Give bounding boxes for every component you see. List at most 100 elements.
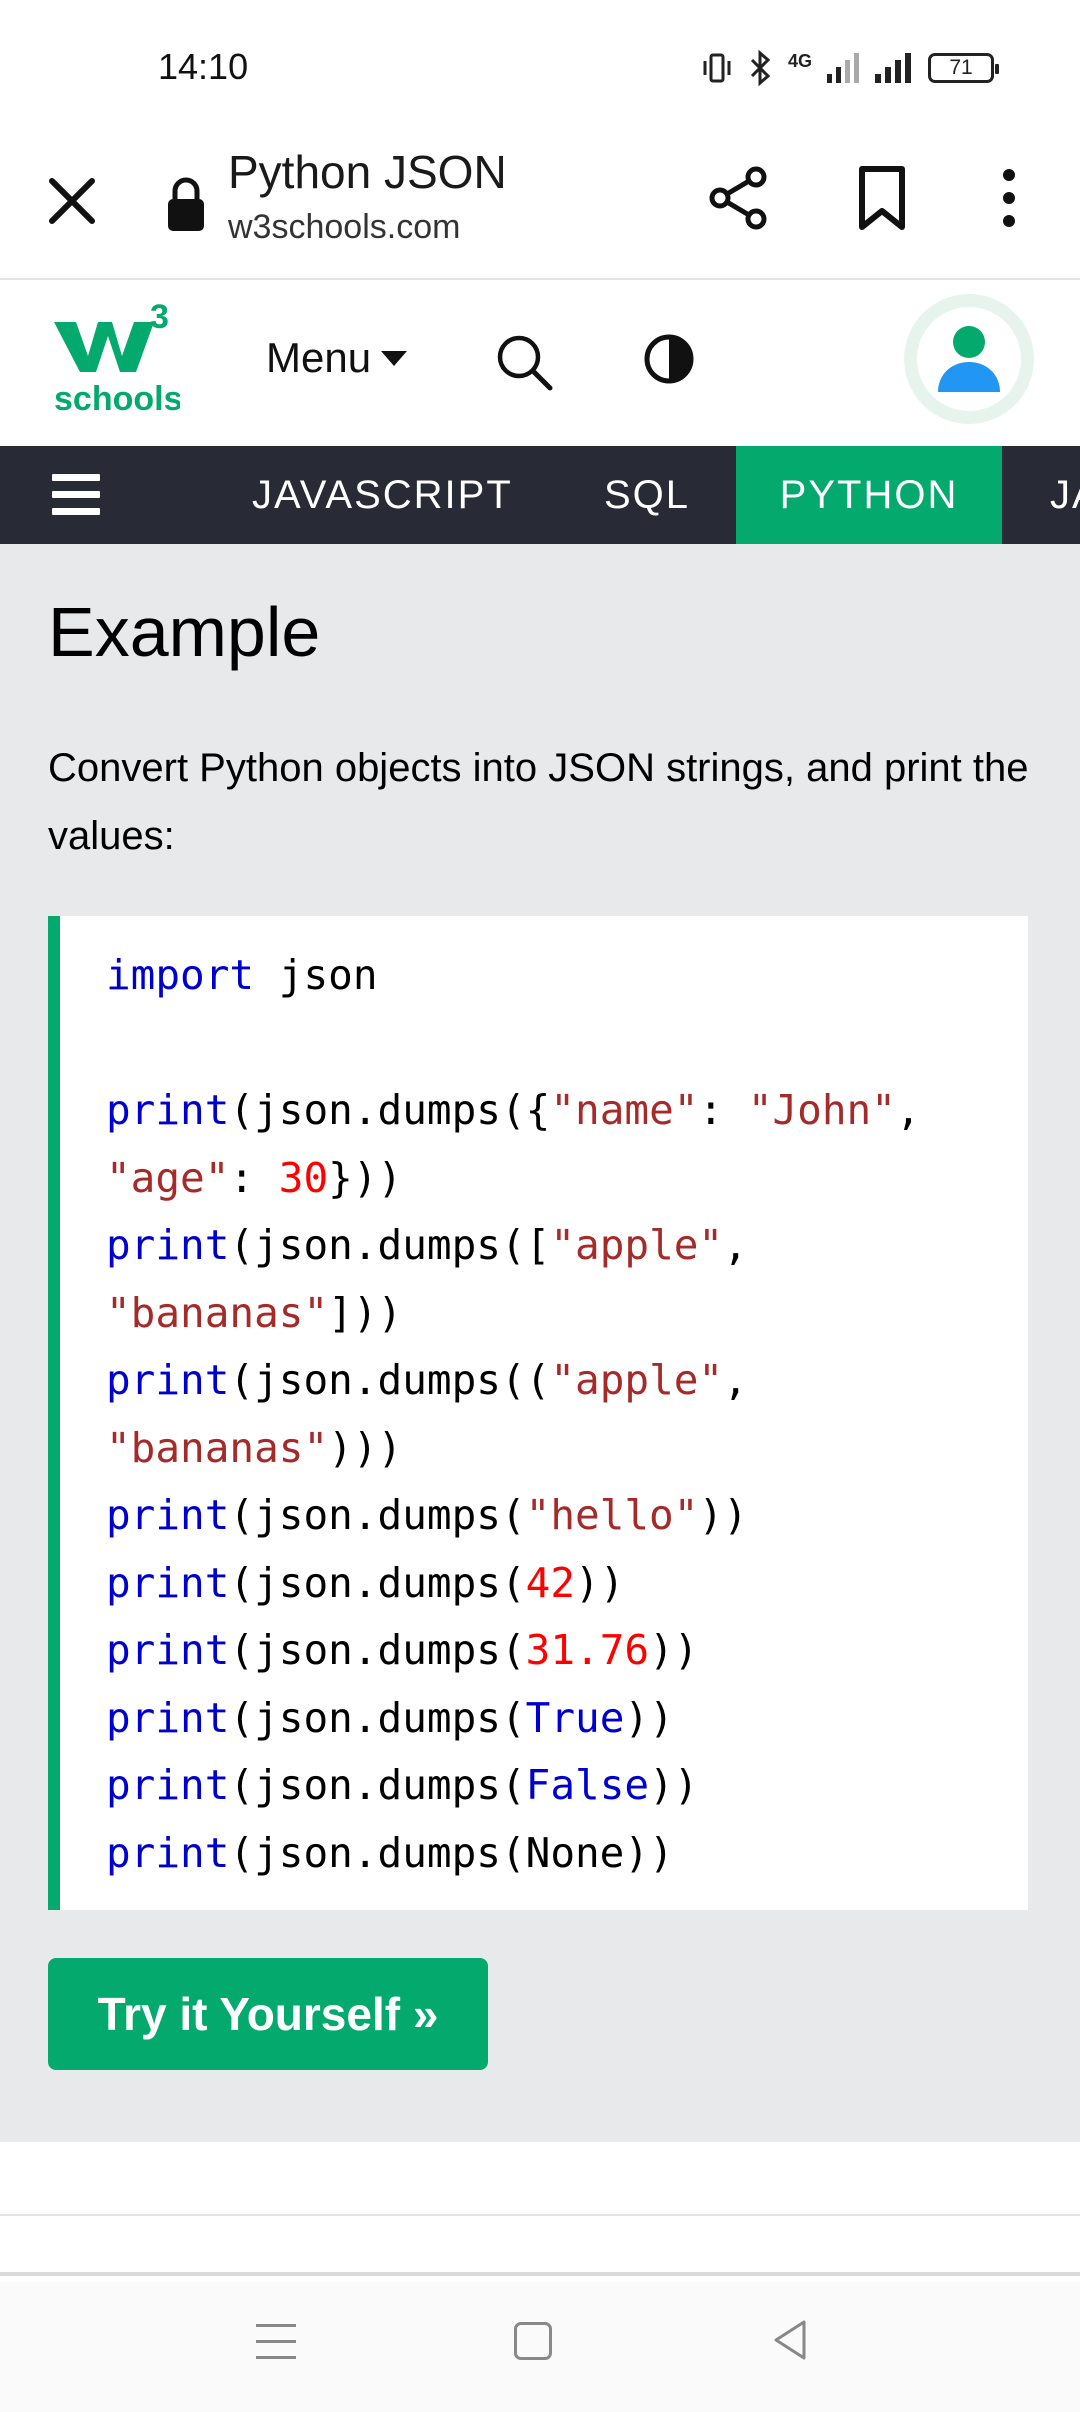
code-token: ))): [328, 1423, 403, 1472]
battery-level: 71: [949, 56, 973, 79]
code-line: "age": 30})): [106, 1145, 921, 1213]
back-icon[interactable]: [770, 2318, 810, 2362]
code-token: "hello": [525, 1491, 699, 1539]
bluetooth-icon: [750, 50, 771, 86]
code-line: print(json.dumps(False)): [106, 1752, 921, 1820]
code-token: print: [106, 1558, 230, 1607]
code-block: import json print(json.dumps({"name": "Jo…: [106, 942, 921, 1887]
more-vert-icon[interactable]: [986, 165, 1032, 231]
share-icon[interactable]: [706, 165, 772, 231]
code-line: print(json.dumps({"name": "John",: [106, 1077, 921, 1145]
code-token: (json.dumps(: [229, 1491, 526, 1539]
bookmark-icon[interactable]: [852, 165, 912, 231]
w3schools-logo[interactable]: 3 schools: [50, 298, 182, 418]
code-token: (json.dumps(: [229, 1761, 526, 1809]
page-title[interactable]: Python JSON: [228, 145, 507, 199]
status-time: 14:10: [158, 46, 249, 87]
code-line: print(json.dumps(31.76)): [106, 1617, 921, 1685]
tab-javascript[interactable]: JAVASCRIPT: [210, 446, 555, 544]
system-nav-bar: [0, 2282, 1080, 2412]
status-bar: 14:10 4G 71: [0, 0, 1080, 135]
code-token: False: [525, 1761, 650, 1809]
code-token: ,: [723, 1221, 748, 1269]
example-description: Convert Python objects into JSON strings…: [48, 746, 1029, 858]
code-token: print: [106, 1356, 230, 1404]
hamburger-icon[interactable]: [52, 474, 100, 516]
browser-toolbar: Python JSON w3schools.com: [0, 135, 1080, 280]
code-token: ,: [895, 1086, 921, 1134]
code-token: 31.76: [525, 1626, 650, 1674]
tab-sql[interactable]: SQL: [562, 446, 732, 544]
code-token: )): [624, 1693, 674, 1742]
code-token: print: [106, 1221, 230, 1269]
code-line: print(json.dumps(("apple",: [106, 1347, 921, 1415]
code-line: print(json.dumps("hello")): [106, 1482, 921, 1550]
code-token: print: [106, 1828, 230, 1877]
code-token: :: [698, 1086, 748, 1134]
code-token: "bananas": [106, 1288, 329, 1337]
code-token: 42: [525, 1558, 576, 1607]
code-token: "apple": [550, 1356, 724, 1404]
status-icons: 4G 71: [700, 46, 1000, 90]
tab-java[interactable]: JA: [1010, 446, 1080, 544]
code-token: "apple": [550, 1221, 724, 1269]
page-section-divider: [0, 2142, 1080, 2216]
code-token: True: [525, 1693, 625, 1742]
code-token: "bananas": [106, 1423, 329, 1472]
code-token: import: [106, 951, 255, 999]
topic-nav-bar: JAVASCRIPT SQL PYTHON JA: [0, 446, 1080, 544]
signal-icon-2: [875, 53, 912, 83]
page-url[interactable]: w3schools.com: [228, 208, 460, 247]
try-it-yourself-button[interactable]: Try it Yourself »: [48, 1958, 488, 2070]
code-token: json: [254, 951, 378, 999]
code-line: print(json.dumps(True)): [106, 1685, 921, 1753]
code-token: print: [106, 1693, 230, 1742]
code-token: print: [106, 1761, 230, 1809]
w3-logo-mark: 3 schools: [54, 298, 182, 418]
battery-icon: 71: [928, 53, 1000, 83]
code-token: "name": [550, 1086, 699, 1134]
user-avatar-button[interactable]: [904, 294, 1034, 424]
code-token: (json.dumps(: [229, 1693, 526, 1742]
code-line: "bananas"])): [106, 1280, 921, 1348]
code-token: (json.dumps({: [229, 1086, 551, 1134]
menu-label: Menu: [266, 334, 372, 381]
main-content: Example Convert Python objects into JSON…: [0, 544, 1080, 2142]
logo-text: schools: [54, 380, 180, 418]
contrast-icon[interactable]: [642, 332, 696, 386]
tab-python[interactable]: PYTHON: [736, 446, 1002, 544]
code-token: ,: [723, 1356, 748, 1404]
code-token: (json.dumps(: [229, 1558, 526, 1607]
code-token: :: [229, 1153, 279, 1202]
code-token: )): [575, 1558, 625, 1607]
recent-apps-icon[interactable]: [256, 2324, 296, 2360]
home-icon[interactable]: [514, 2322, 552, 2360]
code-line: print(json.dumps(None)): [106, 1820, 921, 1888]
network-type: 4G: [788, 50, 813, 71]
code-example-box: import json print(json.dumps({"name": "Jo…: [48, 916, 1028, 1910]
code-token: 30: [278, 1153, 329, 1202]
example-heading: Example: [48, 593, 321, 671]
lock-icon[interactable]: [166, 175, 206, 233]
code-line: print(json.dumps(42)): [106, 1550, 921, 1618]
page-bottom-strip: [0, 2218, 1080, 2276]
code-token: (json.dumps(None)): [229, 1828, 674, 1877]
code-token: (json.dumps((: [229, 1356, 551, 1404]
caret-down-icon: [381, 350, 408, 366]
search-icon[interactable]: [494, 332, 554, 392]
close-icon[interactable]: [42, 171, 102, 231]
code-line: import json: [106, 942, 921, 1010]
code-token: )): [649, 1626, 699, 1674]
code-token: (json.dumps(: [229, 1626, 526, 1674]
user-icon: [938, 326, 1000, 392]
code-token: "age": [106, 1153, 230, 1202]
code-token: print: [106, 1086, 230, 1134]
code-token: })): [328, 1153, 403, 1202]
code-token: "John": [747, 1086, 896, 1134]
menu-button[interactable]: Menu: [266, 334, 408, 382]
code-line: "bananas"))): [106, 1415, 921, 1483]
code-token: print: [106, 1626, 230, 1674]
vibrate-icon: [703, 53, 731, 83]
code-token: )): [649, 1761, 699, 1809]
